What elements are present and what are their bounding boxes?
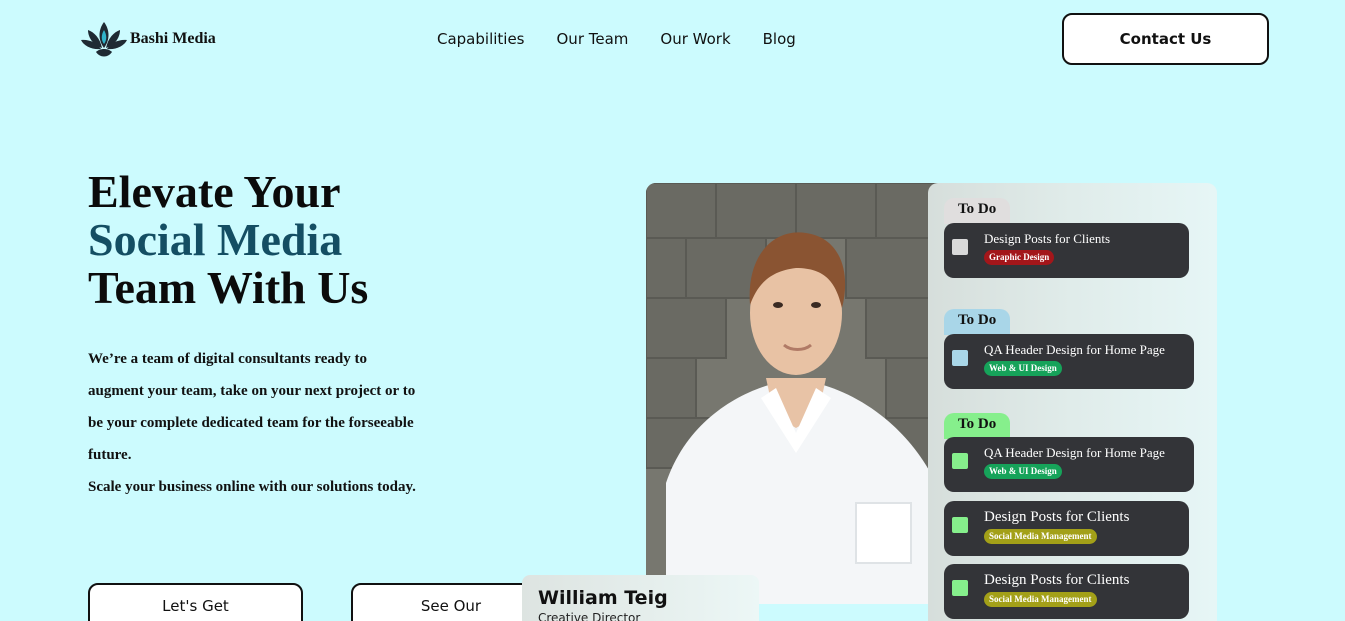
main-nav: Capabilities Our Team Our Work Blog (437, 30, 796, 48)
hero-title-line-2: Social Media (88, 214, 343, 265)
hero-description-paragraph-2: Scale your business online with our solu… (88, 479, 416, 495)
lets-get-button[interactable]: Let's Get (88, 583, 303, 621)
task-badge: Social Media Management (984, 592, 1097, 607)
team-member-photo (646, 183, 946, 604)
brand-name: Bashi Media (130, 30, 216, 47)
task-checkbox[interactable] (952, 453, 968, 469)
task-badge: Web & UI Design (984, 361, 1062, 376)
task-checkbox[interactable] (952, 517, 968, 533)
hero-title: Elevate Your Social Media Team With Us (88, 168, 368, 312)
nav-item-our-work[interactable]: Our Work (660, 30, 730, 48)
see-our-button[interactable]: See Our (351, 583, 551, 621)
lotus-icon (81, 22, 127, 57)
task-badge: Social Media Management (984, 529, 1097, 544)
nav-item-blog[interactable]: Blog (763, 30, 796, 48)
brand-logo[interactable]: Bashi Media (80, 18, 216, 60)
task-card-4[interactable]: Design Posts for Clients Social Media Ma… (944, 501, 1189, 556)
contact-us-button[interactable]: Contact Us (1062, 13, 1269, 65)
task-checkbox[interactable] (952, 239, 968, 255)
hero-title-line-1: Elevate Your (88, 166, 341, 217)
task-title: QA Header Design for Home Page (984, 342, 1165, 357)
task-card-2[interactable]: QA Header Design for Home Page Web & UI … (944, 334, 1194, 389)
team-member-name: William Teig (538, 587, 668, 609)
task-checkbox[interactable] (952, 580, 968, 596)
team-member-card: William Teig Creative Director (522, 575, 759, 621)
status-tag-3: To Do (944, 413, 1011, 439)
task-badge: Web & UI Design (984, 464, 1062, 479)
task-card-3[interactable]: QA Header Design for Home Page Web & UI … (944, 437, 1194, 492)
nav-item-capabilities[interactable]: Capabilities (437, 30, 525, 48)
status-tag-1: To Do (944, 198, 1011, 224)
status-tag-2: To Do (944, 309, 1011, 335)
task-badge: Graphic Design (984, 250, 1055, 265)
hero-title-line-3: Team With Us (88, 262, 369, 313)
task-card-1[interactable]: Design Posts for Clients Graphic Design (944, 223, 1189, 278)
task-checkbox[interactable] (952, 350, 968, 366)
team-member-role: Creative Director (538, 611, 641, 621)
task-card-5[interactable]: Design Posts for Clients Social Media Ma… (944, 564, 1189, 619)
hero-description: We’re a team of digital consultants read… (88, 343, 418, 503)
task-title: Design Posts for Clients (984, 572, 1130, 588)
hero-description-paragraph-1: We’re a team of digital consultants read… (88, 351, 416, 463)
task-title: Design Posts for Clients (984, 509, 1130, 525)
task-title: Design Posts for Clients (984, 231, 1111, 246)
nav-item-our-team[interactable]: Our Team (557, 30, 629, 48)
task-title: QA Header Design for Home Page (984, 445, 1165, 460)
